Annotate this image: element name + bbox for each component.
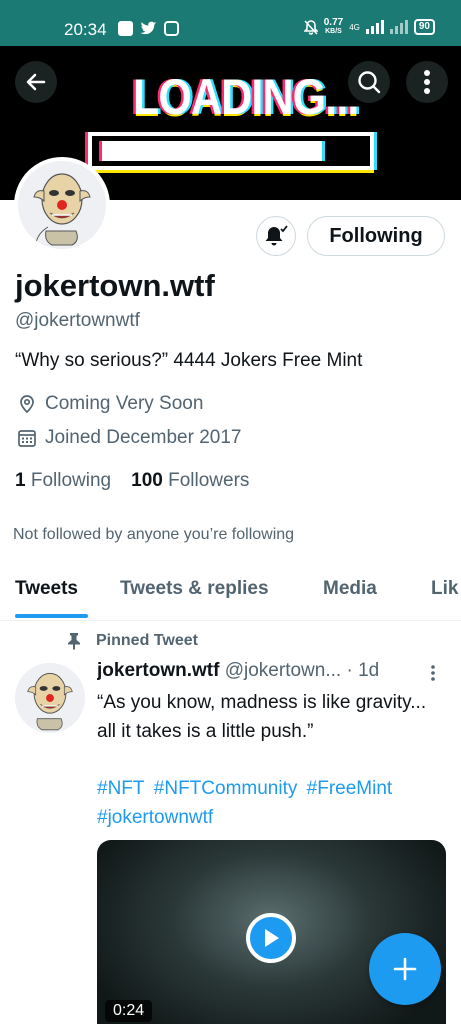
app-notification-icon (118, 21, 133, 36)
more-vertical-icon (431, 665, 435, 681)
profile-handle: @jokertownwtf (15, 310, 140, 331)
joker-avatar-image (18, 161, 106, 249)
pinned-text: Pinned Tweet (96, 632, 198, 649)
play-icon (265, 929, 279, 947)
banner-loading-bar (88, 132, 374, 170)
following-count-link[interactable]: 1 Following (15, 470, 111, 492)
search-button[interactable] (348, 61, 390, 103)
network-type: 4G (349, 22, 360, 32)
tab-media[interactable]: Media (323, 566, 377, 600)
followers-count-link[interactable]: 100 Followers (131, 470, 249, 492)
joker-illustration (33, 173, 91, 246)
hashtag-link[interactable]: #NFT (97, 778, 145, 799)
hashtag-link[interactable]: #NFTCommunity (154, 778, 298, 799)
banner-text: LOADING... (133, 69, 359, 125)
back-button[interactable] (15, 61, 57, 103)
tab-likes[interactable]: Lik (431, 566, 458, 600)
status-time: 20:34 (64, 20, 107, 39)
plus-icon (393, 957, 417, 981)
tweet-author-avatar[interactable] (15, 663, 85, 733)
pinned-label: Pinned Tweet (66, 632, 198, 650)
speed-value: 0.77 (323, 17, 344, 28)
tab-tweets[interactable]: Tweets (15, 566, 78, 600)
profile-joined: Joined December 2017 (17, 427, 241, 449)
search-icon (358, 71, 381, 94)
tweet-header: jokertown.wtf @jokertown... · 1d (97, 660, 445, 682)
more-button[interactable] (406, 61, 448, 103)
twitter-bird-icon (140, 21, 157, 35)
speed-unit: KB/S (325, 28, 342, 35)
tweet-hashtags: #NFT #NFTCommunity #FreeMint #jokertownw… (97, 774, 447, 832)
followers-count: 100 (131, 470, 163, 491)
profile-name: jokertown.wtf (15, 268, 215, 303)
hashtag-link[interactable]: #jokertownwtf (97, 807, 213, 828)
joined-text: Joined December 2017 (45, 427, 242, 448)
bell-check-icon (265, 225, 288, 246)
banner-loading-fill (102, 141, 322, 161)
more-vertical-icon (424, 70, 430, 94)
followers-label: Followers (168, 470, 250, 491)
pin-icon (68, 633, 80, 650)
compose-tweet-button[interactable] (369, 933, 441, 1005)
not-followed-notice: Not followed by anyone you’re following (13, 526, 295, 543)
tweet-text: “As you know, madness is like gravity...… (97, 692, 427, 742)
video-duration: 0:24 (105, 1000, 153, 1022)
notification-icons (118, 21, 179, 36)
instagram-icon (164, 21, 179, 36)
joker-avatar-small (27, 672, 73, 731)
tab-tweets-replies[interactable]: Tweets & replies (120, 566, 269, 600)
play-button[interactable] (246, 913, 296, 963)
signal-2-icon (389, 20, 408, 34)
profile-bio: “Why so serious?” 4444 Jokers Free Mint (15, 350, 363, 371)
system-indicators: 0.77 KB/S 4G 90 (303, 18, 435, 36)
arrow-left-icon (26, 73, 46, 91)
following-label: Following (30, 470, 112, 491)
calendar-icon (18, 430, 36, 447)
status-bar: 20:34 0.77 KB/S 4G 90 (0, 0, 461, 46)
profile-avatar[interactable] (14, 157, 110, 253)
network-speed: 0.77 KB/S (324, 18, 343, 36)
following-button[interactable]: Following (307, 216, 445, 256)
tweet-time: · 1d (346, 660, 380, 681)
tweet-author-name[interactable]: jokertown.wtf (97, 660, 219, 681)
profile-tabs: Tweets Tweets & replies Media Lik (0, 566, 461, 621)
follow-counts: 1 Following 100 Followers (15, 470, 249, 492)
tweet-more-button[interactable] (430, 664, 436, 687)
notifications-button[interactable] (256, 216, 296, 256)
location-pin-icon (20, 395, 34, 414)
active-tab-indicator (15, 614, 88, 618)
battery-icon: 90 (413, 19, 435, 35)
location-text: Coming Very Soon (45, 393, 204, 414)
mute-bell-icon (303, 19, 318, 35)
following-count: 1 (15, 470, 26, 491)
signal-icon (365, 20, 384, 34)
hashtag-link[interactable]: #FreeMint (307, 778, 393, 799)
profile-location: Coming Very Soon (17, 393, 203, 415)
tweet-author-handle[interactable]: @jokertown... (225, 660, 341, 681)
